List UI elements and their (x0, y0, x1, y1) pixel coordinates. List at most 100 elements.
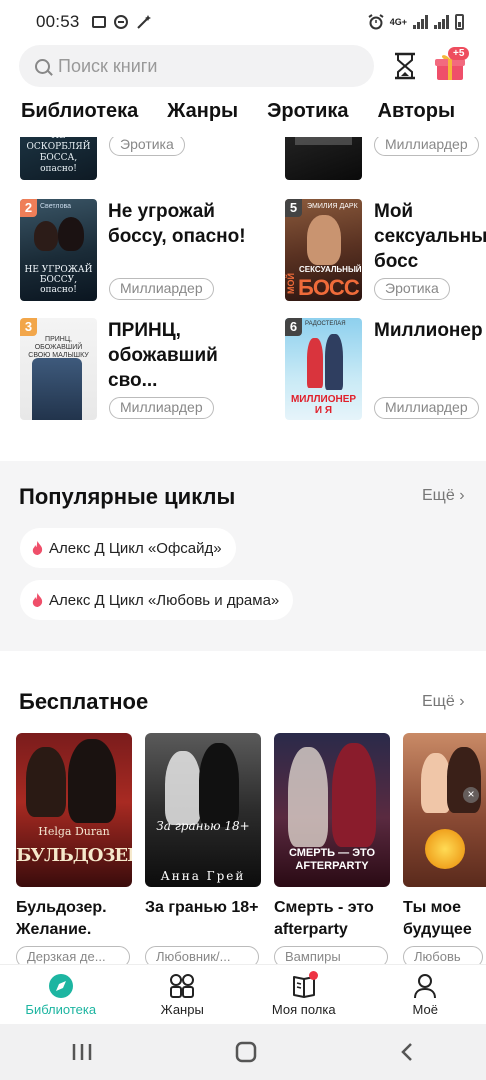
popular-cycles-section: Популярные циклы Ещё › Алекс Д Цикл «Офс… (0, 461, 486, 651)
genre-tag[interactable]: Эротика (374, 278, 450, 300)
magic-wand-icon (136, 15, 151, 29)
section-title: Бесплатное (19, 689, 149, 714)
cover-author: РАДОСТЕЛАЯ (305, 321, 346, 327)
chevron-right-icon: › (459, 693, 465, 710)
more-link[interactable]: Ещё › (422, 487, 465, 505)
compass-icon (48, 974, 73, 998)
cover-author: Анна Грей (160, 869, 246, 883)
book-cover[interactable]: НЕ ОСКОРБЛЯЙ БОССА, опасно! (20, 137, 97, 180)
genre-tag[interactable]: Миллиардер (109, 397, 214, 419)
search-bar[interactable] (19, 45, 374, 87)
cycle-label: Алекс Д Цикл «Любовь и драма» (49, 591, 280, 609)
search-input[interactable] (58, 55, 338, 77)
grid-icon (170, 974, 195, 998)
book-title[interactable]: Не угрожай боссу, опасно! (108, 199, 270, 249)
cycle-label: Алекс Д Цикл «Офсайд» (49, 539, 222, 557)
cycle-chip[interactable]: Алекс Д Цикл «Любовь и драма» (20, 580, 294, 620)
gallery-icon (91, 16, 106, 28)
nav-genres[interactable]: Жанры (122, 965, 244, 1024)
flame-icon (32, 541, 43, 555)
more-label: Ещё (422, 487, 455, 504)
recent-apps-icon[interactable] (71, 1042, 93, 1062)
book-cover[interactable]: 3 ПРИНЦ, ОБОЖАВШИЙ СВОЮ МАЛЫШКУ (20, 318, 97, 420)
cover-figure (68, 739, 116, 823)
cover-figure (332, 743, 376, 847)
book-cover[interactable] (285, 137, 362, 180)
nav-label: Моя полка (271, 1002, 336, 1017)
rank-badge: 3 (20, 318, 37, 336)
free-book-card[interactable]: × Ты мое будущее Любовь (403, 733, 486, 968)
person-icon (414, 974, 437, 999)
ranked-books: НЕ ОСКОРБЛЯЙ БОССА, опасно! Эротика Милл… (0, 137, 486, 437)
cover-title: БУЛЬДОЗЕР (16, 845, 132, 866)
status-bar: 00:53 4G+ (0, 0, 486, 44)
genre-tag[interactable]: Эротика (109, 137, 185, 156)
book-cover[interactable]: 5 ЭМИЛИЯ ДАРК СЕКСУАЛЬНЫЙ МОЙ БОСС (285, 199, 362, 301)
book-title[interactable]: Мой сексуальный босс (374, 199, 486, 274)
book-cover[interactable]: 2 Светлова НЕ УГРОЖАЙ БОССУ, опасно! (20, 199, 97, 301)
cover-figure (199, 743, 239, 827)
cover-author: ЭМИЛИЯ ДАРК (307, 203, 358, 210)
book-title[interactable]: Миллионер и (374, 318, 486, 343)
nav-library[interactable]: Библиотека (0, 965, 122, 1024)
book-cover[interactable]: × (403, 733, 486, 887)
cover-decoration (295, 137, 352, 145)
battery-icon (455, 14, 464, 30)
book-title[interactable]: Ты мое будущее (403, 897, 486, 941)
cover-figure (307, 215, 341, 265)
back-icon[interactable] (399, 1042, 415, 1062)
cover-figure (307, 338, 323, 388)
book-cover[interactable]: СМЕРТЬ — ЭТО AFTERPARTY (274, 733, 390, 887)
book-item[interactable]: 3 ПРИНЦ, ОБОЖАВШИЙ СВОЮ МАЛЫШКУ ПРИНЦ, о… (0, 318, 260, 422)
book-item[interactable]: 6 РАДОСТЕЛАЯ МИЛЛИОНЕР И Я Миллионер и М… (266, 318, 486, 422)
tab-erotica[interactable]: Эротика (246, 100, 356, 136)
nav-my-shelf[interactable]: Моя полка (243, 965, 365, 1024)
book-cover[interactable]: За гранью 18+ Анна Грей (145, 733, 261, 887)
cover-side-text: МОЙ (286, 273, 296, 294)
cycle-chip[interactable]: Алекс Д Цикл «Офсайд» (20, 528, 236, 568)
category-tabs: Библиотека Жанры Эротика Авторы (0, 100, 486, 136)
tab-library[interactable]: Библиотека (0, 100, 146, 136)
book-cover[interactable]: 6 РАДОСТЕЛАЯ МИЛЛИОНЕР И Я (285, 318, 362, 420)
search-icon (35, 58, 50, 74)
cover-title: БОСС (298, 275, 360, 300)
more-link[interactable]: Ещё › (422, 693, 465, 711)
genre-tag[interactable]: Миллиардер (374, 397, 479, 419)
cover-author: Светлова (40, 203, 71, 210)
rank-badge: 6 (285, 318, 302, 336)
book-title[interactable]: Бульдозер. Желание. (16, 897, 132, 941)
genre-tag[interactable]: Миллиардер (109, 278, 214, 300)
free-book-card[interactable]: СМЕРТЬ — ЭТО AFTERPARTY Смерть - это aft… (274, 733, 390, 968)
free-book-card[interactable]: За гранью 18+ Анна Грей За гранью 18+ Лю… (145, 733, 261, 968)
network-type-label: 4G+ (389, 17, 407, 27)
cover-figure (58, 217, 84, 251)
tab-authors[interactable]: Авторы (357, 100, 464, 136)
section-title: Популярные циклы (19, 484, 236, 509)
book-title[interactable]: Смерть - это afterparty (274, 897, 390, 941)
book-cover[interactable]: Helga Duran БУЛЬДОЗЕР (16, 733, 132, 887)
system-navigation-bar (0, 1024, 486, 1080)
tab-genres[interactable]: Жанры (146, 100, 246, 136)
book-item[interactable]: 2 Светлова НЕ УГРОЖАЙ БОССУ, опасно! Не … (0, 199, 260, 303)
gift-badge: +5 (448, 47, 470, 60)
signal-icon-2 (434, 15, 449, 29)
book-item[interactable]: 5 ЭМИЛИЯ ДАРК СЕКСУАЛЬНЫЙ МОЙ БОСС Мой с… (266, 199, 486, 303)
bottom-navigation: Библиотека Жанры Моя полка Моё (0, 964, 486, 1024)
close-icon[interactable]: × (463, 787, 479, 803)
cover-figure (325, 334, 343, 390)
cover-figure (32, 358, 82, 420)
home-icon[interactable] (235, 1041, 257, 1063)
genre-tag[interactable]: Миллиардер (374, 137, 479, 156)
cover-title: ПРИНЦ, ОБОЖАВШИЙ СВОЮ МАЛЫШКУ (28, 336, 89, 359)
flame-icon (32, 593, 43, 607)
rank-badge: 2 (20, 199, 37, 217)
hourglass-icon[interactable] (392, 52, 418, 80)
chevron-right-icon: › (459, 487, 465, 504)
book-title[interactable]: ПРИНЦ, обожавший сво... (108, 318, 270, 393)
cover-title: За гранью 18+ (156, 819, 250, 833)
cover-figure (26, 747, 66, 817)
cover-title: МИЛЛИОНЕР И Я (290, 394, 357, 416)
book-title[interactable]: За гранью 18+ (145, 897, 261, 941)
free-book-card[interactable]: Helga Duran БУЛЬДОЗЕР Бульдозер. Желание… (16, 733, 132, 968)
nav-profile[interactable]: Моё (365, 965, 486, 1024)
